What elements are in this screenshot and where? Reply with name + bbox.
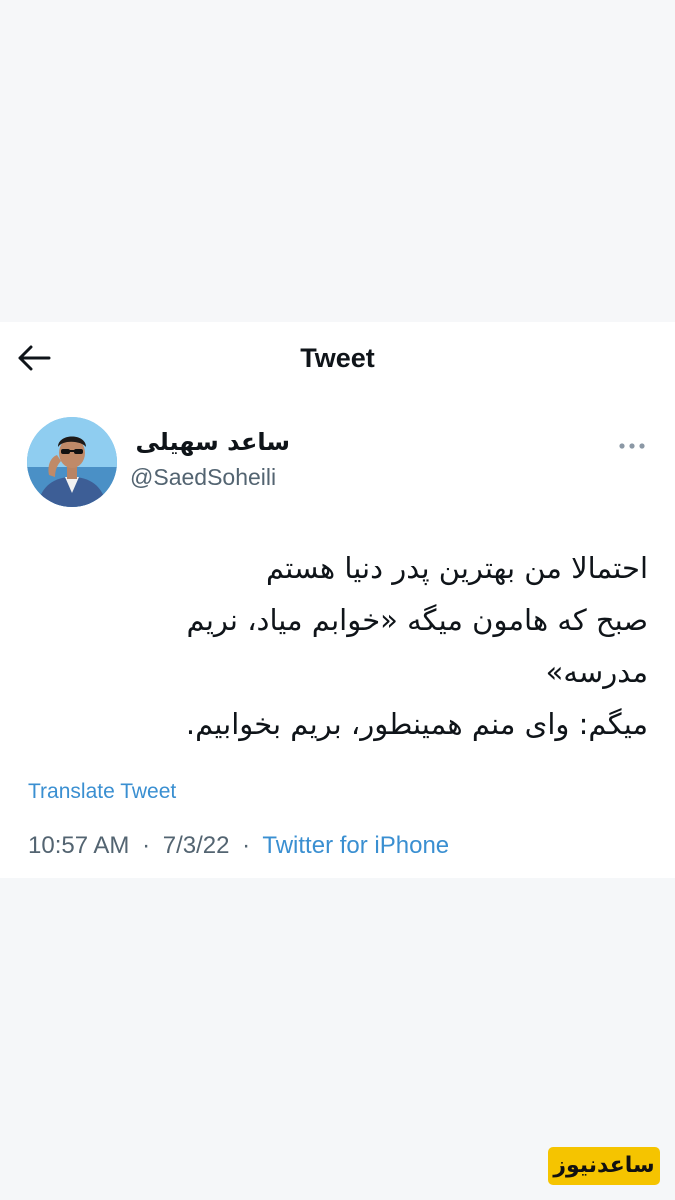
tweet-time: 10:57 AM [28,832,130,859]
watermark-text: ساعدنیوز [553,1153,655,1178]
translate-tweet-link[interactable]: Translate Tweet [28,778,176,806]
user-handle[interactable]: @SaedSoheili [130,462,276,492]
tweet-text: احتمالا من بهترین پدر دنیا هستم صبح که ه… [28,542,648,750]
meta-separator: · [242,832,251,859]
tweet-source-link[interactable]: Twitter for iPhone [262,832,449,859]
meta-separator: · [142,832,151,859]
tweet-line: صبح که هامون میگه «خوابم میاد، نریم [186,603,648,637]
tweet-line: مدرسه» [545,655,648,689]
more-horizontal-icon [619,443,645,449]
tweet-card: Tweet ساعد سهیلی @SaedSoheili احتمالا من… [0,322,675,878]
display-name[interactable]: ساعد سهیلی [130,426,290,458]
avatar[interactable] [27,417,117,507]
watermark-logo: ساعدنیوز [548,1147,660,1185]
tweet-date[interactable]: 7/3/22 [163,832,230,859]
top-blank-area [0,0,675,322]
page-title: Tweet [300,343,375,373]
profile-photo [27,417,117,507]
tweet-line: احتمالا من بهترین پدر دنیا هستم [266,551,648,585]
more-button[interactable] [612,432,652,460]
tweet-line: میگم: وای منم همینطور، بریم بخوابیم. [185,707,648,741]
header-bar: Tweet [0,322,675,394]
tweet-meta: 10:57 AM · 7/3/22 · Twitter for iPhone [28,829,449,863]
